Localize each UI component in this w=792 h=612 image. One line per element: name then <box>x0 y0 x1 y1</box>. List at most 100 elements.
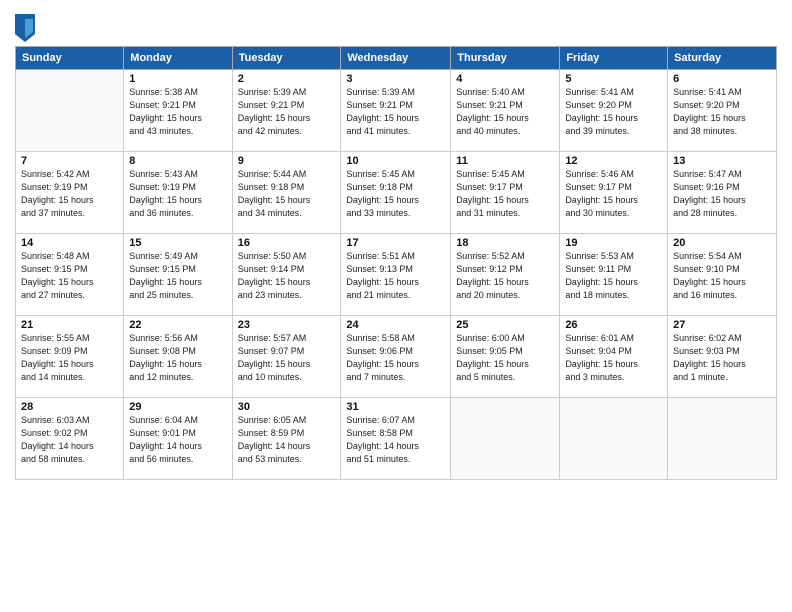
calendar-header-monday: Monday <box>124 47 232 70</box>
day-number: 28 <box>21 401 118 413</box>
logo-icon <box>15 14 35 42</box>
day-number: 18 <box>456 237 554 249</box>
day-number: 29 <box>129 401 226 413</box>
logo <box>15 14 37 42</box>
day-info: Sunrise: 5:52 AM Sunset: 9:12 PM Dayligh… <box>456 250 554 302</box>
calendar-day-cell: 1Sunrise: 5:38 AM Sunset: 9:21 PM Daylig… <box>124 70 232 152</box>
day-number: 10 <box>346 155 445 167</box>
calendar-day-cell: 12Sunrise: 5:46 AM Sunset: 9:17 PM Dayli… <box>560 152 668 234</box>
day-number: 23 <box>238 319 336 331</box>
day-info: Sunrise: 5:43 AM Sunset: 9:19 PM Dayligh… <box>129 168 226 220</box>
day-number: 14 <box>21 237 118 249</box>
day-number: 2 <box>238 73 336 85</box>
day-info: Sunrise: 5:40 AM Sunset: 9:21 PM Dayligh… <box>456 86 554 138</box>
calendar-header-wednesday: Wednesday <box>341 47 451 70</box>
calendar-day-cell: 21Sunrise: 5:55 AM Sunset: 9:09 PM Dayli… <box>16 316 124 398</box>
calendar-day-cell: 17Sunrise: 5:51 AM Sunset: 9:13 PM Dayli… <box>341 234 451 316</box>
day-info: Sunrise: 5:51 AM Sunset: 9:13 PM Dayligh… <box>346 250 445 302</box>
day-number: 15 <box>129 237 226 249</box>
day-number: 31 <box>346 401 445 413</box>
calendar-day-cell: 5Sunrise: 5:41 AM Sunset: 9:20 PM Daylig… <box>560 70 668 152</box>
day-info: Sunrise: 5:53 AM Sunset: 9:11 PM Dayligh… <box>565 250 662 302</box>
day-number: 20 <box>673 237 771 249</box>
day-info: Sunrise: 5:58 AM Sunset: 9:06 PM Dayligh… <box>346 332 445 384</box>
day-info: Sunrise: 5:38 AM Sunset: 9:21 PM Dayligh… <box>129 86 226 138</box>
day-number: 26 <box>565 319 662 331</box>
calendar-day-cell: 3Sunrise: 5:39 AM Sunset: 9:21 PM Daylig… <box>341 70 451 152</box>
calendar-day-cell: 23Sunrise: 5:57 AM Sunset: 9:07 PM Dayli… <box>232 316 341 398</box>
day-number: 19 <box>565 237 662 249</box>
day-info: Sunrise: 6:05 AM Sunset: 8:59 PM Dayligh… <box>238 414 336 466</box>
day-info: Sunrise: 5:41 AM Sunset: 9:20 PM Dayligh… <box>565 86 662 138</box>
day-info: Sunrise: 5:55 AM Sunset: 9:09 PM Dayligh… <box>21 332 118 384</box>
day-info: Sunrise: 6:01 AM Sunset: 9:04 PM Dayligh… <box>565 332 662 384</box>
calendar-day-cell: 19Sunrise: 5:53 AM Sunset: 9:11 PM Dayli… <box>560 234 668 316</box>
day-number: 22 <box>129 319 226 331</box>
day-info: Sunrise: 5:57 AM Sunset: 9:07 PM Dayligh… <box>238 332 336 384</box>
calendar-day-cell: 18Sunrise: 5:52 AM Sunset: 9:12 PM Dayli… <box>451 234 560 316</box>
calendar-header-saturday: Saturday <box>668 47 777 70</box>
calendar-day-cell: 26Sunrise: 6:01 AM Sunset: 9:04 PM Dayli… <box>560 316 668 398</box>
calendar-table: SundayMondayTuesdayWednesdayThursdayFrid… <box>15 46 777 480</box>
day-info: Sunrise: 5:45 AM Sunset: 9:18 PM Dayligh… <box>346 168 445 220</box>
day-number: 12 <box>565 155 662 167</box>
day-number: 17 <box>346 237 445 249</box>
header <box>15 10 777 42</box>
day-info: Sunrise: 5:39 AM Sunset: 9:21 PM Dayligh… <box>346 86 445 138</box>
calendar-day-cell: 9Sunrise: 5:44 AM Sunset: 9:18 PM Daylig… <box>232 152 341 234</box>
calendar-day-cell: 24Sunrise: 5:58 AM Sunset: 9:06 PM Dayli… <box>341 316 451 398</box>
calendar-day-cell <box>668 398 777 480</box>
calendar-day-cell <box>451 398 560 480</box>
day-number: 9 <box>238 155 336 167</box>
day-info: Sunrise: 5:46 AM Sunset: 9:17 PM Dayligh… <box>565 168 662 220</box>
calendar-day-cell: 25Sunrise: 6:00 AM Sunset: 9:05 PM Dayli… <box>451 316 560 398</box>
day-info: Sunrise: 5:50 AM Sunset: 9:14 PM Dayligh… <box>238 250 336 302</box>
day-info: Sunrise: 5:54 AM Sunset: 9:10 PM Dayligh… <box>673 250 771 302</box>
day-number: 7 <box>21 155 118 167</box>
calendar-week-row: 28Sunrise: 6:03 AM Sunset: 9:02 PM Dayli… <box>16 398 777 480</box>
calendar-day-cell: 29Sunrise: 6:04 AM Sunset: 9:01 PM Dayli… <box>124 398 232 480</box>
calendar-header-tuesday: Tuesday <box>232 47 341 70</box>
calendar-header-friday: Friday <box>560 47 668 70</box>
calendar-day-cell: 16Sunrise: 5:50 AM Sunset: 9:14 PM Dayli… <box>232 234 341 316</box>
day-info: Sunrise: 5:42 AM Sunset: 9:19 PM Dayligh… <box>21 168 118 220</box>
calendar-day-cell: 20Sunrise: 5:54 AM Sunset: 9:10 PM Dayli… <box>668 234 777 316</box>
calendar-day-cell: 15Sunrise: 5:49 AM Sunset: 9:15 PM Dayli… <box>124 234 232 316</box>
calendar-header-thursday: Thursday <box>451 47 560 70</box>
calendar-day-cell: 7Sunrise: 5:42 AM Sunset: 9:19 PM Daylig… <box>16 152 124 234</box>
day-number: 27 <box>673 319 771 331</box>
day-number: 25 <box>456 319 554 331</box>
day-number: 5 <box>565 73 662 85</box>
calendar-week-row: 21Sunrise: 5:55 AM Sunset: 9:09 PM Dayli… <box>16 316 777 398</box>
calendar-day-cell: 27Sunrise: 6:02 AM Sunset: 9:03 PM Dayli… <box>668 316 777 398</box>
day-number: 8 <box>129 155 226 167</box>
day-number: 6 <box>673 73 771 85</box>
calendar-day-cell: 11Sunrise: 5:45 AM Sunset: 9:17 PM Dayli… <box>451 152 560 234</box>
calendar-day-cell <box>560 398 668 480</box>
calendar-day-cell: 10Sunrise: 5:45 AM Sunset: 9:18 PM Dayli… <box>341 152 451 234</box>
calendar-day-cell: 31Sunrise: 6:07 AM Sunset: 8:58 PM Dayli… <box>341 398 451 480</box>
calendar-day-cell: 14Sunrise: 5:48 AM Sunset: 9:15 PM Dayli… <box>16 234 124 316</box>
day-number: 11 <box>456 155 554 167</box>
calendar-day-cell: 2Sunrise: 5:39 AM Sunset: 9:21 PM Daylig… <box>232 70 341 152</box>
calendar-day-cell: 22Sunrise: 5:56 AM Sunset: 9:08 PM Dayli… <box>124 316 232 398</box>
day-info: Sunrise: 5:47 AM Sunset: 9:16 PM Dayligh… <box>673 168 771 220</box>
day-info: Sunrise: 5:56 AM Sunset: 9:08 PM Dayligh… <box>129 332 226 384</box>
day-number: 21 <box>21 319 118 331</box>
calendar-week-row: 1Sunrise: 5:38 AM Sunset: 9:21 PM Daylig… <box>16 70 777 152</box>
calendar-day-cell: 30Sunrise: 6:05 AM Sunset: 8:59 PM Dayli… <box>232 398 341 480</box>
day-info: Sunrise: 6:00 AM Sunset: 9:05 PM Dayligh… <box>456 332 554 384</box>
day-info: Sunrise: 6:07 AM Sunset: 8:58 PM Dayligh… <box>346 414 445 466</box>
day-info: Sunrise: 5:45 AM Sunset: 9:17 PM Dayligh… <box>456 168 554 220</box>
day-info: Sunrise: 5:41 AM Sunset: 9:20 PM Dayligh… <box>673 86 771 138</box>
calendar-header-row: SundayMondayTuesdayWednesdayThursdayFrid… <box>16 47 777 70</box>
calendar-day-cell: 4Sunrise: 5:40 AM Sunset: 9:21 PM Daylig… <box>451 70 560 152</box>
page-container: SundayMondayTuesdayWednesdayThursdayFrid… <box>0 0 792 490</box>
calendar-week-row: 14Sunrise: 5:48 AM Sunset: 9:15 PM Dayli… <box>16 234 777 316</box>
calendar-day-cell: 8Sunrise: 5:43 AM Sunset: 9:19 PM Daylig… <box>124 152 232 234</box>
day-number: 3 <box>346 73 445 85</box>
day-number: 13 <box>673 155 771 167</box>
day-info: Sunrise: 5:39 AM Sunset: 9:21 PM Dayligh… <box>238 86 336 138</box>
calendar-day-cell <box>16 70 124 152</box>
day-number: 24 <box>346 319 445 331</box>
